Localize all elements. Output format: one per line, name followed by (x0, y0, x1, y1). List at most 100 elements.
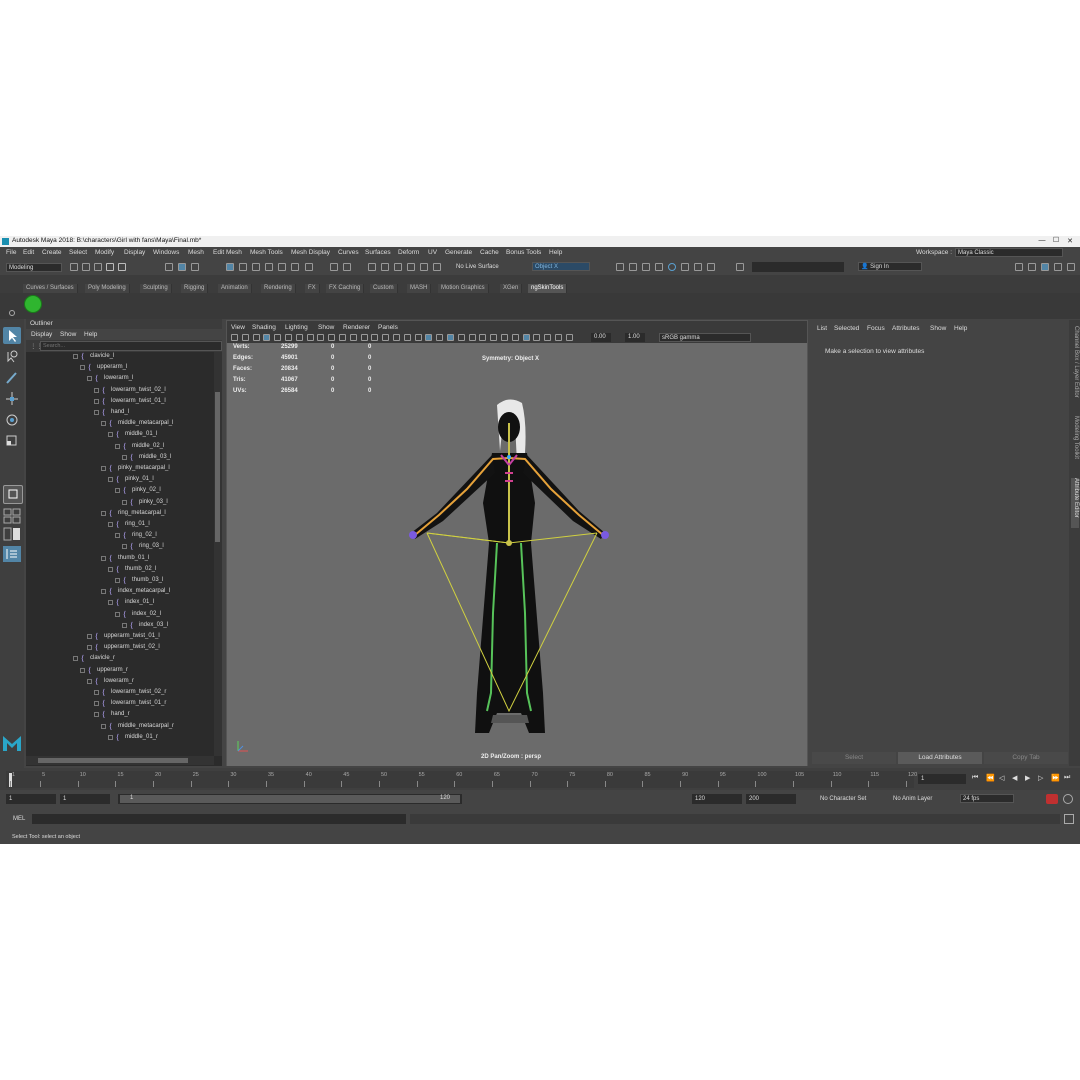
outliner-item[interactable]: ⟨ pinky_03_l (26, 498, 206, 509)
outliner-search-input[interactable] (40, 341, 222, 351)
lock-icon[interactable] (330, 263, 338, 271)
expand-toggle-icon[interactable] (108, 566, 113, 572)
menu-windows[interactable]: Windows (153, 249, 179, 256)
scene-start-field[interactable]: 1 (6, 794, 56, 804)
viewport-toolbar-icon[interactable] (414, 334, 422, 341)
exposure-field[interactable]: 0.00 (591, 333, 611, 342)
viewport-toolbar-icon[interactable] (403, 334, 411, 341)
viewport-toolbar-icon[interactable] (533, 334, 541, 341)
outliner-item[interactable]: ⟨ index_01_l (26, 598, 206, 609)
outliner-item[interactable]: ⟨ lowerarm_twist_02_r (26, 688, 206, 699)
play-backwards-icon[interactable]: ◀ (1012, 774, 1017, 782)
expand-toggle-icon[interactable] (108, 600, 113, 606)
menu-generate[interactable]: Generate (445, 249, 472, 256)
viewport-toolbar-icon[interactable] (425, 334, 433, 341)
layout-icon[interactable] (1028, 263, 1036, 271)
ae-menu-focus[interactable]: Focus (867, 325, 885, 332)
time-slider[interactable]: 1 5 10 15 20 25 30 35 40 45 50 55 60 65 70 75 80 85 90 95 10… (0, 768, 1080, 790)
viewport-menu-renderer[interactable]: Renderer (343, 324, 370, 331)
ui-panel-icon[interactable] (629, 263, 637, 271)
ae-menu-attributes[interactable]: Attributes (892, 325, 919, 332)
history-icon[interactable] (305, 263, 313, 271)
tab-channel-box[interactable]: Channel Box / Layer Editor (1071, 326, 1079, 406)
viewport-toolbar-icon[interactable] (328, 334, 336, 341)
layout-outliner-icon[interactable] (3, 546, 21, 562)
outliner-item[interactable]: ⟨ ring_02_l (26, 531, 206, 542)
menu-help[interactable]: Help (549, 249, 562, 256)
viewport-toolbar-icon[interactable] (447, 334, 454, 341)
outliner-item[interactable]: ⟨ clavicle_l (26, 352, 206, 363)
outliner-item[interactable]: ⟨ middle_metacarpal_r (26, 722, 206, 733)
outliner-item[interactable]: ⟨ ring_metacarpal_l (26, 509, 206, 520)
time-ruler[interactable]: 1 5 10 15 20 25 30 35 40 45 50 55 60 65 70 75 80 85 90 95 10… (6, 771, 917, 788)
expand-toggle-icon[interactable] (94, 690, 99, 695)
ngskintools-icon[interactable] (24, 295, 42, 313)
render-current-icon[interactable] (381, 263, 389, 271)
outliner-item[interactable]: ⟨ middle_01_r (26, 733, 206, 744)
outliner-item[interactable]: ⟨ lowerarm_r (26, 677, 206, 688)
viewport-toolbar-icon[interactable] (393, 334, 400, 341)
ae-menu-show[interactable]: Show (930, 325, 946, 332)
scale-tool-icon[interactable] (3, 432, 21, 449)
ui-panel-icon[interactable] (642, 263, 650, 271)
ui-panel-icon[interactable] (616, 263, 624, 271)
outliner-item[interactable]: ⟨ pinky_02_l (26, 486, 206, 497)
undo-icon[interactable] (106, 263, 114, 271)
layout-icon[interactable] (1041, 263, 1049, 271)
shelf-tab-custom[interactable]: Custom (370, 284, 398, 293)
viewport-toolbar-icon[interactable] (501, 334, 508, 341)
expand-toggle-icon[interactable] (108, 734, 113, 740)
expand-toggle-icon[interactable] (101, 510, 106, 516)
make-live-icon[interactable] (291, 263, 299, 271)
playback-end-field[interactable]: 120 (692, 794, 742, 804)
menu-edit[interactable]: Edit (23, 249, 34, 256)
shelf-tab-rigging[interactable]: Rigging (181, 284, 209, 293)
ae-menu-selected[interactable]: Selected (834, 325, 859, 332)
outliner-item[interactable]: ⟨ clavicle_r (26, 654, 206, 665)
viewport-toolbar-icon[interactable] (274, 334, 282, 341)
viewport-toolbar-icon[interactable] (285, 334, 292, 341)
shelf-tab-sculpting[interactable]: Sculpting (140, 284, 172, 293)
play-forwards-icon[interactable]: ▶ (1025, 774, 1030, 782)
outliner-item[interactable]: ⟨ lowerarm_twist_01_l (26, 397, 206, 408)
viewport-toolbar-icon[interactable] (371, 334, 379, 341)
3d-viewport[interactable]: Verts: 25299 0 0 Edges: 45901 0 0 Faces:… (227, 343, 807, 766)
workspace-dropdown[interactable]: Maya Classic (955, 248, 1063, 257)
outliner-scrollbar[interactable] (214, 352, 222, 756)
shelf-tab-motion-graphics[interactable]: Motion Graphics (438, 284, 489, 293)
layout-icon[interactable] (1067, 263, 1075, 271)
gamma-field[interactable]: 1.00 (625, 333, 645, 342)
step-back-frame-icon[interactable]: ◁ (999, 774, 1004, 782)
expand-toggle-icon[interactable] (108, 522, 113, 527)
expand-toggle-icon[interactable] (73, 656, 78, 662)
menu-file[interactable]: File (6, 249, 16, 256)
mel-label[interactable]: MEL (13, 816, 25, 822)
outliner-h-scrollbar[interactable] (26, 756, 214, 765)
ae-select-button[interactable]: Select (812, 752, 896, 764)
menu-surfaces[interactable]: Surfaces (365, 249, 391, 256)
expand-toggle-icon[interactable] (108, 477, 113, 483)
outliner-item[interactable]: ⟨ thumb_01_l (26, 554, 206, 565)
outliner-item[interactable]: ⟨ lowerarm_twist_02_l (26, 386, 206, 397)
script-editor-icon[interactable] (1064, 814, 1074, 824)
tab-attribute-editor[interactable]: Attribute Editor (1071, 478, 1079, 528)
range-slider[interactable]: 1 120 (118, 794, 462, 804)
expand-toggle-icon[interactable] (94, 398, 99, 404)
outliner-item[interactable]: ⟨ ring_01_l (26, 520, 206, 531)
expand-toggle-icon[interactable] (115, 578, 120, 583)
current-frame-field[interactable]: 1 (918, 774, 966, 784)
outliner-item[interactable]: ⟨ index_03_l (26, 621, 206, 632)
viewport-toolbar-icon[interactable] (479, 334, 487, 341)
viewport-toolbar-icon[interactable] (339, 334, 346, 341)
viewport-toolbar-icon[interactable] (544, 334, 552, 341)
color-space-dropdown[interactable]: sRGB gamma (659, 333, 751, 342)
outliner-item[interactable]: ⟨ hand_r (26, 710, 206, 721)
redo-icon[interactable] (118, 263, 126, 271)
menu-set-dropdown[interactable]: Modeling (6, 263, 62, 272)
paint-select-tool-icon[interactable] (3, 369, 21, 386)
expand-toggle-icon[interactable] (108, 432, 113, 438)
new-scene-icon[interactable] (70, 263, 78, 271)
outliner-item[interactable]: ⟨ upperarm_r (26, 666, 206, 677)
ae-copy-tab-button[interactable]: Copy Tab (984, 752, 1068, 764)
save-scene-icon[interactable] (94, 263, 102, 271)
